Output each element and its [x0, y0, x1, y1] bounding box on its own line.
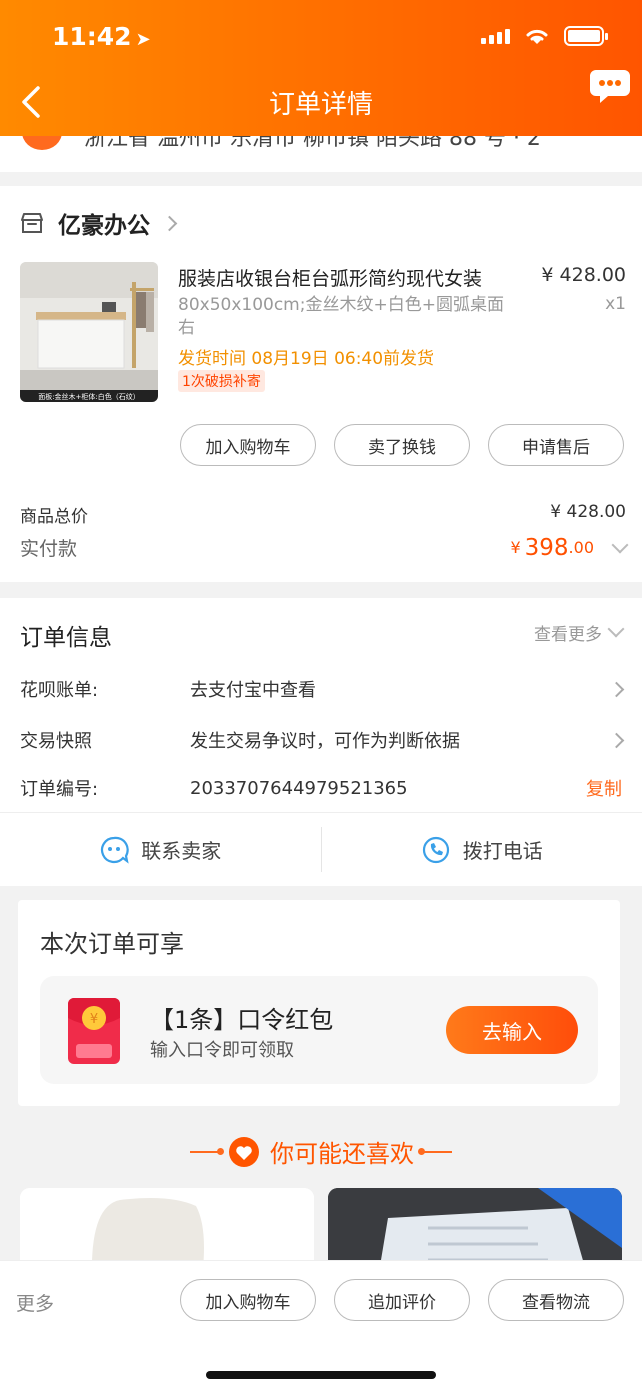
product-qty: x1: [605, 294, 626, 314]
heart-icon: [229, 1136, 259, 1167]
divider: [190, 1147, 224, 1155]
total-value: ¥ 428.00: [550, 502, 626, 522]
paid-integer: 398: [524, 534, 569, 561]
copy-button[interactable]: 复制: [586, 775, 622, 801]
product-price: ¥ 428.00: [541, 264, 626, 286]
paid-row[interactable]: 实付款 ¥ 398 .00: [20, 534, 629, 561]
location-arrow-icon: ➤: [135, 29, 151, 50]
order-number-value: 2033707644979521365: [190, 777, 408, 799]
chat-face-icon: [101, 836, 129, 864]
product-title[interactable]: 服装店收银台柜台弧形简约现代女装: [178, 264, 482, 291]
location-icon: [22, 136, 62, 150]
enter-code-button[interactable]: 去输入: [446, 1006, 578, 1054]
order-info-card: 订单信息 查看更多 花呗账单: 去支付宝中查看 交易快照 发生交易争议时，可作为…: [0, 598, 642, 886]
call-phone-label: 拨打电话: [462, 839, 543, 863]
add-to-cart-button[interactable]: 加入购物车: [180, 424, 316, 466]
image-caption: 面板:金丝木+柜体:白色（石纹）: [38, 392, 140, 401]
address-text: 浙江省 温州市 乐清市 柳市镇 陌头路 88 号 · 2: [84, 136, 541, 151]
perk-desc: 输入口令即可领取: [150, 1040, 294, 1061]
resell-button[interactable]: 卖了换钱: [334, 424, 470, 466]
call-phone-button[interactable]: 拨打电话: [322, 813, 642, 886]
paid-currency: ¥: [510, 538, 521, 557]
total-row: 商品总价 ¥ 428.00: [20, 502, 626, 527]
view-more-text: 查看更多: [534, 625, 602, 645]
perk-name: 【1条】口令红包: [150, 1006, 334, 1034]
paid-decimal: .00: [568, 538, 594, 557]
red-packet-icon: ¥: [68, 998, 120, 1064]
service-tag: 1次破损补寄: [178, 370, 265, 392]
snapshot-label: 交易快照: [20, 731, 92, 752]
divider: [418, 1147, 452, 1155]
time-text: 11:42: [52, 22, 132, 51]
huabei-label: 花呗账单:: [20, 680, 99, 701]
perk-item: ¥ 【1条】口令红包 输入口令即可领取 去输入: [40, 976, 598, 1084]
view-logistics-button[interactable]: 查看物流: [488, 1279, 624, 1321]
order-number-label: 订单编号:: [20, 779, 99, 800]
shop-header[interactable]: 亿豪办公: [20, 206, 178, 240]
chevron-right-icon: [608, 732, 625, 748]
address-strip: 浙江省 温州市 乐清市 柳市镇 陌头路 88 号 · 2: [0, 136, 642, 172]
huabei-row[interactable]: 花呗账单: 去支付宝中查看: [20, 674, 625, 704]
product-spec: 80x50x100cm;金丝木纹+白色+圆弧桌面右: [178, 295, 504, 338]
page-title: 订单详情: [268, 90, 373, 120]
view-more-link[interactable]: 查看更多: [534, 620, 625, 645]
message-icon[interactable]: [590, 66, 630, 106]
contact-row: 联系卖家 拨打电话: [0, 812, 642, 886]
signal-icon: [481, 28, 510, 44]
svg-text:¥: ¥: [90, 1012, 98, 1027]
top-bar: 11:42 ➤ 订单详情: [0, 0, 642, 136]
chevron-right-icon: [161, 215, 178, 231]
wifi-icon: [526, 29, 548, 44]
more-link[interactable]: 更多: [16, 1289, 54, 1316]
perks-card: 本次订单可享 ¥ 【1条】口令红包 输入口令即可领取 去输入: [18, 900, 620, 1106]
product-image[interactable]: 面板:金丝木+柜体:白色（石纹）: [20, 262, 158, 402]
recommend-title: 你可能还喜欢: [270, 1140, 414, 1168]
add-to-cart-bottom-button[interactable]: 加入购物车: [180, 1279, 316, 1321]
home-indicator: [206, 1371, 436, 1379]
perks-title: 本次订单可享: [40, 930, 184, 958]
chevron-right-icon: [608, 681, 625, 697]
phone-icon: [422, 836, 449, 863]
battery-icon: [564, 26, 608, 46]
snapshot-row[interactable]: 交易快照 发生交易争议时，可作为判断依据: [20, 725, 625, 755]
chevron-down-icon[interactable]: [611, 536, 629, 553]
contact-seller-label: 联系卖家: [141, 839, 222, 863]
ship-time: 发货时间 08月19日 06:40前发货: [178, 349, 435, 369]
recommend-header: 你可能还喜欢: [0, 1134, 642, 1169]
after-sales-button[interactable]: 申请售后: [488, 424, 624, 466]
paid-label: 实付款: [20, 538, 78, 560]
contact-seller-button[interactable]: 联系卖家: [0, 813, 321, 886]
snapshot-value: 发生交易争议时，可作为判断依据: [190, 731, 460, 752]
paid-amount: ¥ 398 .00: [510, 534, 629, 561]
shop-card: 亿豪办公 面板:金丝木+柜体:白色（石纹） 服装店收银台柜台弧形简约现代女装 8…: [0, 186, 642, 582]
status-icons: [481, 26, 608, 46]
status-time: 11:42 ➤: [52, 22, 151, 51]
shop-name: 亿豪办公: [58, 213, 150, 239]
order-number-row: 订单编号: 2033707644979521365 复制: [20, 773, 622, 803]
total-label: 商品总价: [20, 507, 88, 527]
chevron-down-icon: [607, 620, 625, 637]
add-review-button[interactable]: 追加评价: [334, 1279, 470, 1321]
shop-icon: [21, 213, 43, 233]
bottom-action-bar: 更多 加入购物车 追加评价 查看物流: [0, 1260, 642, 1389]
huabei-value: 去支付宝中查看: [190, 680, 316, 701]
order-info-title: 订单信息: [20, 625, 112, 651]
